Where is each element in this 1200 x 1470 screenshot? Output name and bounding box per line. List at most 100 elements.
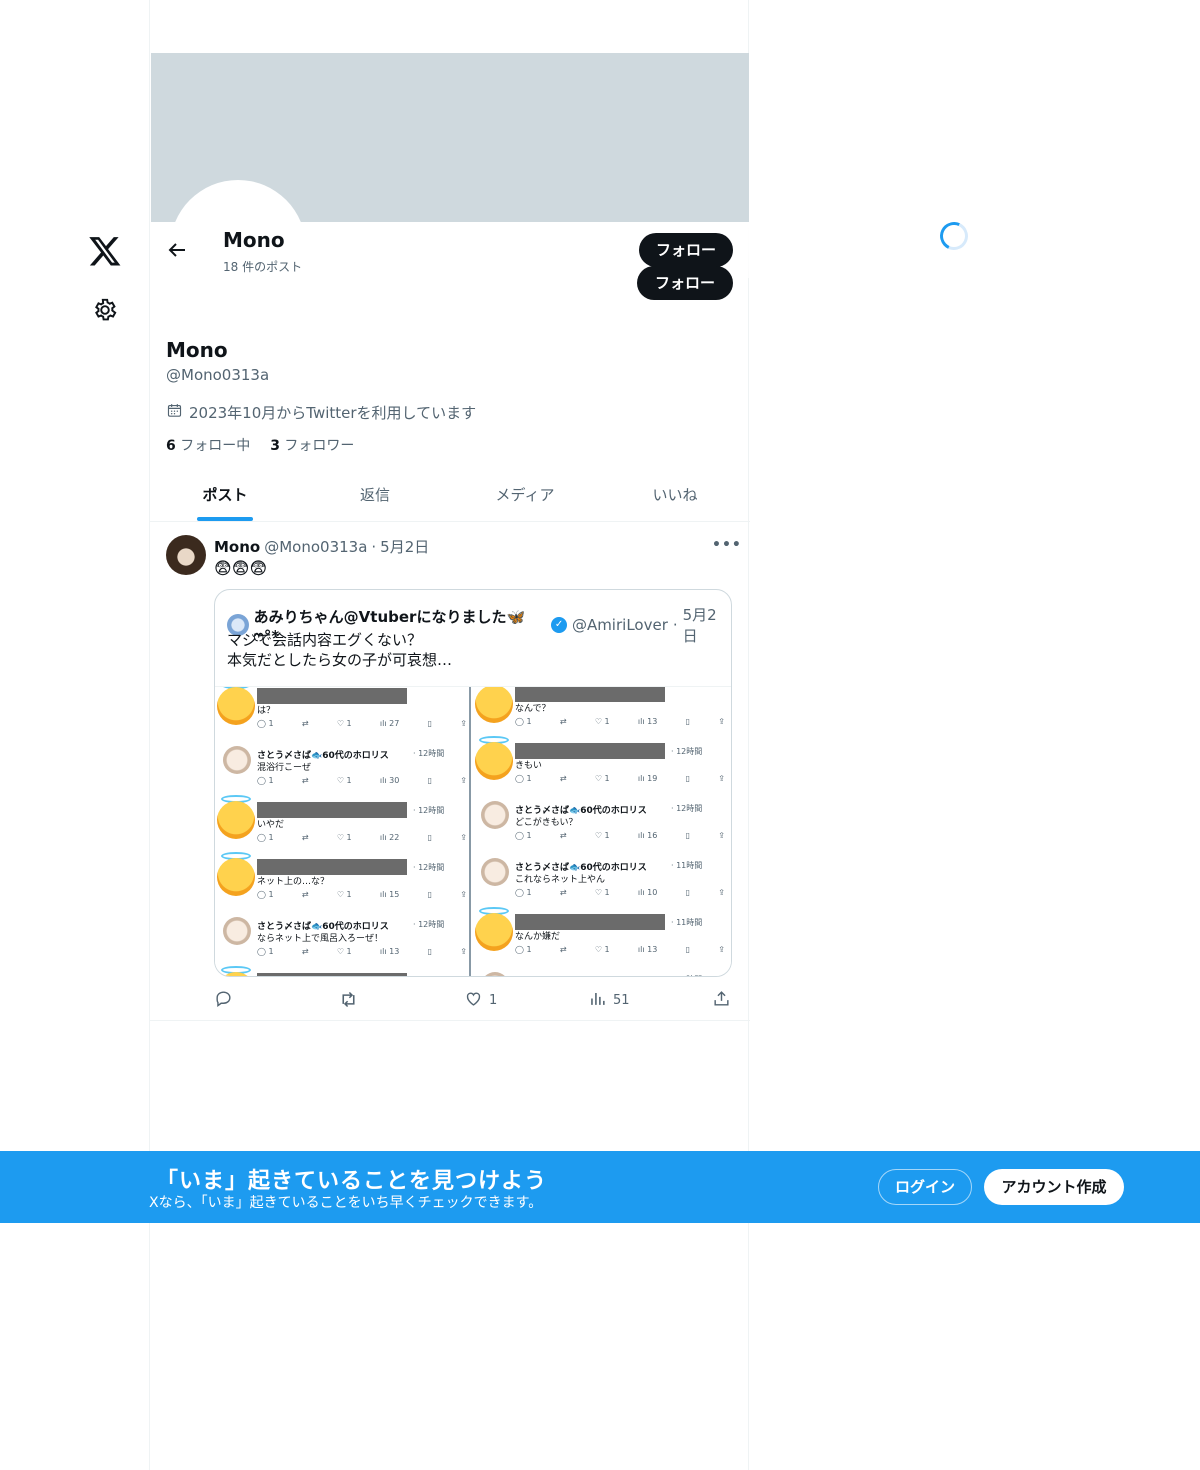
login-button[interactable]: ログイン (878, 1169, 972, 1205)
tab-media[interactable]: メディア (450, 472, 600, 521)
reply-actions: ◯ 1 ⇄ ♡ 1 ılı 10 ▯ ⇪ (515, 888, 725, 897)
reply-time: · 11時間 (671, 861, 703, 870)
back-arrow-icon[interactable] (165, 238, 189, 262)
repost-mini-icon: ⇄ (301, 776, 309, 785)
views-mini: ılı 13 (637, 717, 658, 726)
screenshot-reply: · 12時間？？どうやって◯ 1⇄♡ 1▯⇪ (217, 966, 407, 976)
signup-subtitle: Xなら、「いま」起きていることをいち早くチェックできます。 (149, 1195, 543, 1211)
joined-text: 2023年10月からTwitterを利用しています (189, 404, 477, 422)
quote-handle: @AmiriLover (571, 616, 668, 634)
signup-banner: 「いま」起きていることを見つけよう Xなら、「いま」起きていることをいち早くチェ… (0, 1151, 1200, 1223)
like-mini-icon: ♡ 1 (594, 774, 610, 783)
quote-text: マジで会話内容エグくない？ 本気だとしたら女の子が可哀想… (227, 630, 452, 670)
redacted-name (515, 687, 665, 702)
share-mini-icon: ⇪ (460, 719, 467, 728)
anime-avatar (481, 801, 509, 829)
screenshot-column-right: なんで？ ◯ 1 ⇄ ♡ 1 ılı 13 ▯ ⇪ · 12時間 きもい ◯ 1 ⇄ ♡ 1 ılı 1… (473, 687, 729, 976)
post-handle[interactable]: @Mono0313a (264, 538, 367, 556)
quote-image[interactable]: は？ ◯ 1 ⇄ ♡ 1 ılı 27 ▯ ⇪ さとう〆さば🐟60代のホロリス · 12時間 混浴… (215, 686, 731, 976)
views-button[interactable]: 51 (588, 989, 630, 1012)
reply-time: · 12時間 (671, 804, 703, 813)
bookmark-mini-icon: ▯ (685, 717, 690, 726)
screenshot-reply: · 12時間 ネット上の…な？ ◯ 1 ⇄ ♡ 1 ılı 15 ▯ ⇪ (215, 852, 471, 912)
views-mini: ılı 16 (637, 831, 658, 840)
like-mini-icon: ♡ 1 (336, 833, 352, 842)
quote-sep: · (672, 616, 678, 634)
post-date[interactable]: 5月2日 (380, 536, 429, 557)
left-nav (0, 0, 150, 1470)
bookmark-mini-icon: ▯ (427, 890, 432, 899)
post-actions: 1 51 (214, 989, 734, 1009)
reply-text: なんで？ (515, 704, 551, 714)
reply-time: · 12時間 (413, 863, 445, 872)
screenshot-reply: · 12時間 きもい ◯ 1 ⇄ ♡ 1 ılı 19 ▯ ⇪ (473, 736, 729, 796)
repost-mini-icon: ⇄ (559, 774, 567, 783)
followers-link[interactable]: 3 フォロワー (270, 435, 354, 455)
following-link[interactable]: 6 フォロー中 (166, 435, 250, 455)
post-avatar[interactable] (166, 535, 206, 575)
reply-icon[interactable] (214, 989, 233, 1008)
signup-title: 「いま」起きていることを見つけよう (156, 1169, 548, 1194)
reply-actions: ◯ 1 ⇄ ♡ 1 ılı 19 ▯ ⇪ (515, 774, 725, 783)
calendar-icon (166, 402, 183, 423)
share-mini-icon: ⇪ (718, 945, 725, 954)
reply-mini-icon: ◯ 1 (515, 945, 532, 954)
like-mini-icon: ♡ 1 (594, 945, 610, 954)
screenshot-column-left: は？ ◯ 1 ⇄ ♡ 1 ılı 27 ▯ ⇪ さとう〆さば🐟60代のホロリス · 12時間 混浴… (215, 687, 471, 976)
views-mini: ılı 27 (379, 719, 400, 728)
share-mini-icon: ⇪ (718, 774, 725, 783)
verified-badge-icon: ✓ (551, 617, 567, 633)
profile-handle: @Mono0313a (166, 366, 270, 384)
anime-avatar (223, 917, 251, 945)
quote-line-2: 本気だとしたら女の子が可哀想… (227, 651, 453, 669)
reply-time: · 11時間 (671, 918, 703, 927)
reply-mini-icon: ◯ 1 (257, 776, 274, 785)
reply-time: · 11時間 (671, 974, 702, 976)
smile-face-avatar (217, 972, 255, 976)
repost-mini-icon: ⇄ (559, 945, 567, 954)
tab-likes[interactable]: いいね (600, 472, 750, 521)
reply-mini-icon: ◯ 1 (257, 833, 274, 842)
reply-mini-icon: ◯ 1 (257, 890, 274, 899)
like-mini-icon: ♡ 1 (336, 890, 352, 899)
tab-posts[interactable]: ポスト (150, 472, 300, 521)
repost-mini-icon: ⇄ (301, 947, 309, 956)
share-mini-icon: ⇪ (718, 888, 725, 897)
reply-mini-icon: ◯ 1 (257, 947, 274, 956)
reply-actions: ◯ 1 ⇄ ♡ 1 ılı 13 ▯ ⇪ (515, 717, 725, 726)
like-mini-icon: ♡ 1 (336, 719, 352, 728)
reply-text: いやだ (257, 820, 285, 830)
share-mini-icon: ⇪ (460, 776, 467, 785)
header-post-count: 18 件のポスト (223, 260, 303, 274)
like-button[interactable]: 1 (464, 989, 497, 1012)
post[interactable]: Mono @Mono0313a · 5月2日 ••• 😨😨😨 あみりちゃん@Vt… (150, 523, 750, 1021)
x-logo-icon[interactable] (88, 234, 122, 268)
reply-text: なんか嫌だ (515, 932, 561, 942)
reply-text: ならネット上で風呂入ろーぜ！ (257, 934, 384, 944)
create-account-button[interactable]: アカウント作成 (984, 1169, 1124, 1205)
bar-chart-icon (588, 989, 607, 1012)
reply-actions: ◯ 1 ⇄ ♡ 1 ılı 16 ▯ ⇪ (515, 831, 725, 840)
repost-mini-icon: ⇄ (559, 888, 567, 897)
repost-icon[interactable] (338, 989, 359, 1010)
share-icon[interactable] (712, 989, 731, 1008)
smile-face-avatar (217, 801, 255, 839)
quoted-post[interactable]: あみりちゃん@Vtuberになりました🦋ෆ°* ✓ @AmiriLover · … (214, 589, 732, 977)
header-name: Mono (223, 228, 285, 252)
more-icon[interactable]: ••• (712, 537, 742, 553)
gear-icon[interactable] (92, 297, 118, 323)
post-author[interactable]: Mono (214, 538, 260, 556)
views-mini: ılı 13 (379, 947, 400, 956)
tab-replies[interactable]: 返信 (300, 472, 450, 521)
screenshot-reply: は？ ◯ 1 ⇄ ♡ 1 ılı 27 ▯ ⇪ (215, 687, 471, 741)
screenshot-reply: さとう〆さば🐟60代のホロリス · 11時間 これならネット上やん ◯ 1 ⇄ ♡ 1 ıl… (473, 858, 729, 910)
bookmark-mini-icon: ▯ (685, 888, 690, 897)
repost-mini-icon: ⇄ (301, 719, 309, 728)
follow-button[interactable]: フォロー (639, 233, 733, 267)
reply-mini-icon: ◯ 1 (515, 717, 532, 726)
post-text: 😨😨😨 (214, 559, 268, 579)
reply-time: · 12時間 (413, 749, 445, 758)
quote-line-1: マジで会話内容エグくない？ (227, 631, 423, 649)
follow-button-secondary[interactable]: フォロー (637, 266, 733, 300)
heart-icon (464, 989, 483, 1012)
